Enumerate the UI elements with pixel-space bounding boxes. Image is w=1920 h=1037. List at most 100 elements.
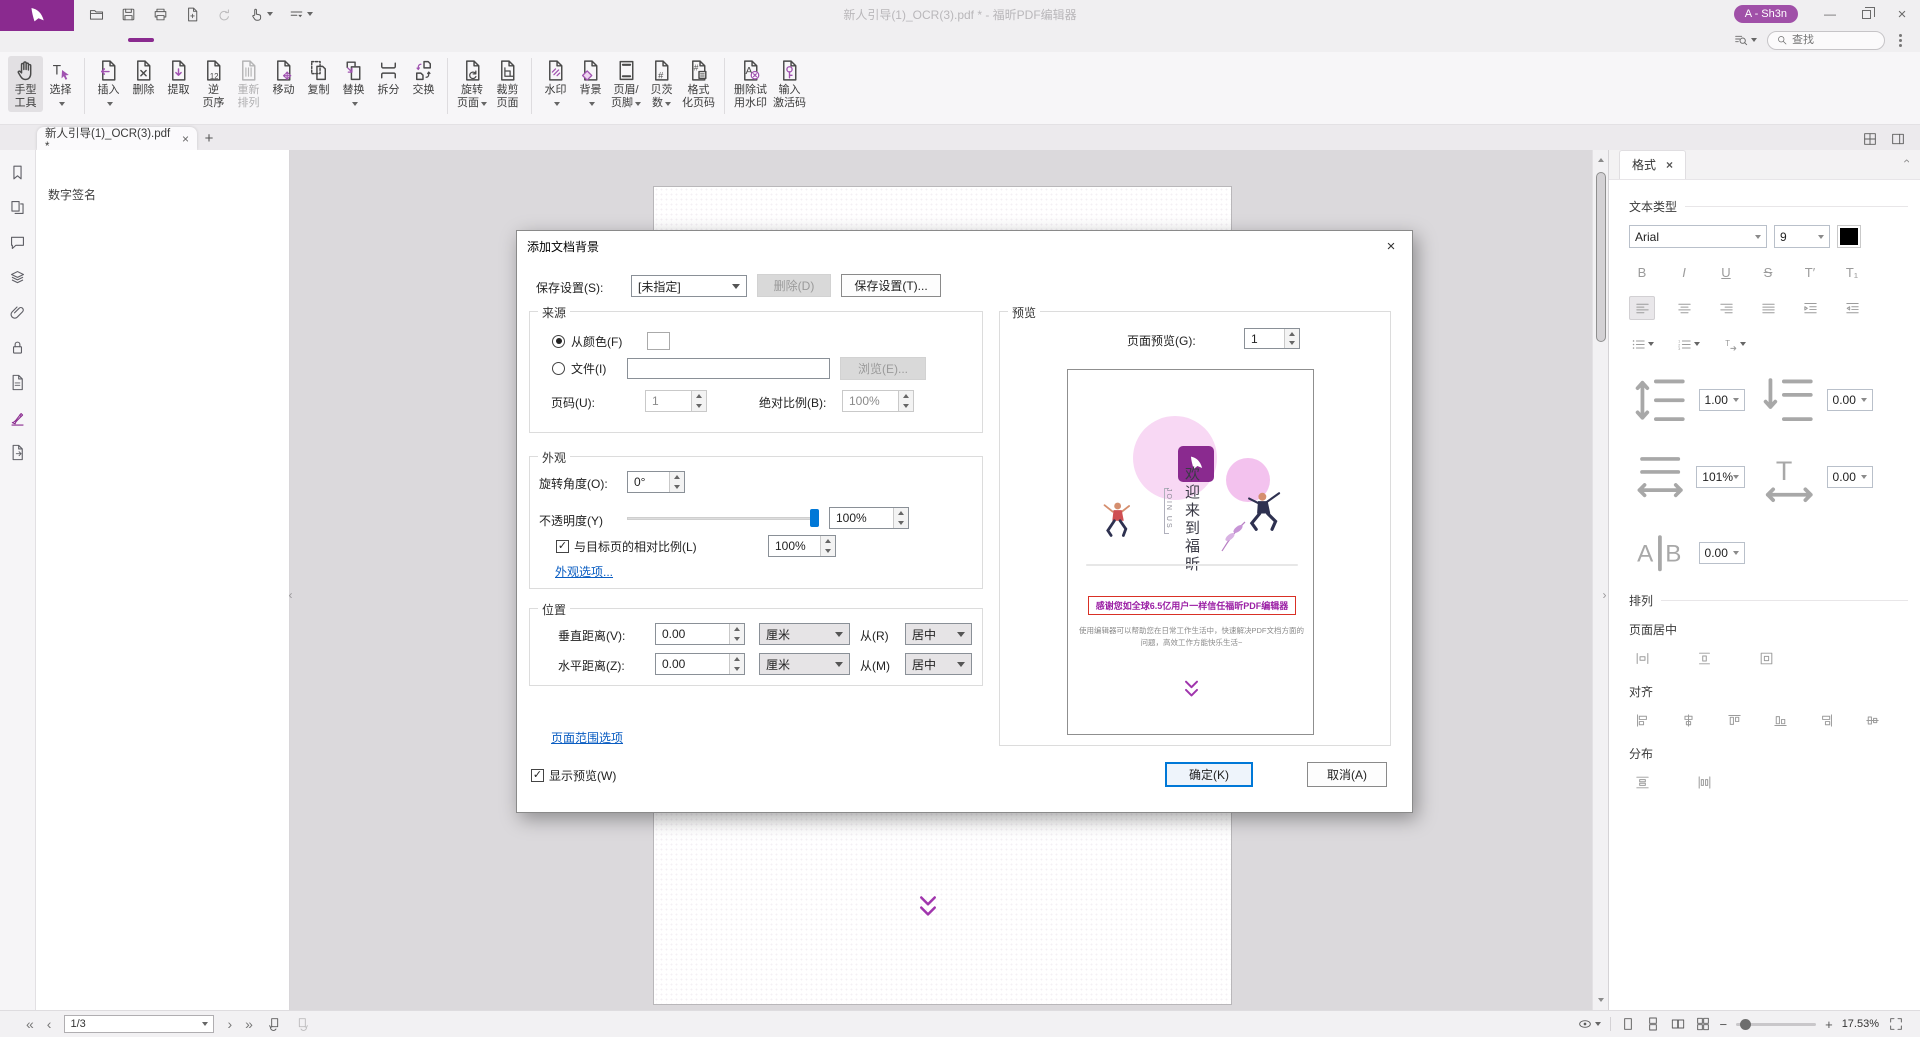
next-page-button[interactable]: › — [227, 1016, 232, 1032]
print-button[interactable] — [152, 6, 169, 23]
menu-form[interactable] — [206, 38, 232, 42]
fullscreen-button[interactable] — [1888, 1016, 1904, 1032]
swap-pages-button[interactable]: 交换 — [406, 56, 441, 112]
align-center-button[interactable] — [1671, 296, 1697, 320]
zoom-slider-handle[interactable] — [1740, 1019, 1751, 1030]
relative-scale-spinner[interactable]: 100% — [768, 535, 836, 557]
superscript-button[interactable]: T′ — [1797, 260, 1823, 284]
layers-icon[interactable] — [8, 268, 27, 287]
numbered-list-button[interactable] — [1675, 332, 1701, 356]
spin-down-icon[interactable] — [670, 482, 684, 492]
align-objects-vcenter-button[interactable] — [1859, 709, 1885, 733]
align-objects-left-button[interactable] — [1629, 709, 1655, 733]
align-justify-button[interactable] — [1755, 296, 1781, 320]
search-input[interactable] — [1792, 34, 1872, 46]
save-settings-select[interactable]: [未指定] — [631, 275, 747, 297]
format-page-numbers-button[interactable]: 格式 化页码 — [679, 56, 718, 112]
last-page-button[interactable]: » — [245, 1016, 253, 1032]
horizontal-scale-field[interactable]: 101% — [1629, 445, 1745, 510]
align-objects-top-button[interactable] — [1721, 709, 1747, 733]
vertical-anchor-select[interactable]: 居中 — [905, 623, 972, 645]
open-file-button[interactable] — [88, 6, 105, 23]
extract-pages-button[interactable]: 提取 — [161, 56, 196, 112]
insert-pages-button[interactable]: 插入 — [91, 56, 126, 112]
comments-icon[interactable] — [8, 233, 27, 252]
spin-up-icon[interactable] — [730, 624, 744, 634]
menu-convert[interactable] — [76, 38, 102, 42]
first-page-button[interactable]: « — [26, 1016, 34, 1032]
new-tab-button[interactable]: + — [197, 127, 221, 150]
menu-slideshow[interactable] — [310, 38, 336, 42]
minimize-button[interactable]: — — [1812, 0, 1848, 28]
tab-format[interactable]: 格式 × — [1619, 150, 1686, 179]
search-box[interactable] — [1767, 31, 1885, 50]
panel-close-icon[interactable]: × — [1666, 158, 1673, 172]
new-document-button[interactable] — [184, 6, 201, 23]
scroll-up-icon[interactable] — [1593, 152, 1609, 168]
from-file-radio[interactable] — [552, 362, 565, 375]
distribute-vertically-button[interactable] — [1629, 771, 1655, 795]
align-objects-right-button[interactable] — [1813, 709, 1839, 733]
ok-button[interactable]: 确定(K) — [1165, 762, 1253, 787]
page-preview-spinner[interactable]: 1 — [1244, 328, 1300, 349]
from-color-radio[interactable] — [552, 335, 565, 348]
vertical-unit-select[interactable]: 厘米 — [759, 623, 850, 645]
document-tab[interactable]: 新人引导(1)_OCR(3).pdf * × — [37, 127, 197, 150]
save-settings-button[interactable]: 保存设置(T)... — [841, 274, 941, 297]
align-objects-bottom-button[interactable] — [1767, 709, 1793, 733]
page-thumbnails-icon[interactable] — [8, 198, 27, 217]
center-both-button[interactable] — [1753, 647, 1779, 671]
rotate-view-right-button[interactable] — [295, 1016, 311, 1032]
relative-scale-checkbox[interactable]: ✓ — [556, 540, 569, 553]
more-options-icon[interactable] — [1899, 39, 1902, 42]
reverse-pages-button[interactable]: 逆 页序 — [196, 56, 231, 112]
appearance-options-link[interactable]: 外观选项... — [555, 563, 613, 580]
bates-numbering-button[interactable]: 贝茨 数 — [644, 56, 679, 112]
customize-toolbar-button[interactable] — [288, 6, 313, 23]
rotation-spinner[interactable]: 0° — [627, 471, 685, 493]
zoom-in-button[interactable]: + — [1825, 1017, 1833, 1032]
background-button[interactable]: 背景 — [573, 56, 608, 112]
expand-right-panel-handle[interactable]: › — [1598, 575, 1611, 615]
text-direction-button[interactable] — [1721, 332, 1747, 356]
align-right-button[interactable] — [1713, 296, 1739, 320]
font-color-swatch[interactable] — [1837, 225, 1861, 248]
page-grid-view-icon[interactable] — [1862, 131, 1878, 147]
rearrange-pages-button[interactable]: 重新 排列 — [231, 56, 266, 112]
bold-button[interactable]: B — [1629, 260, 1655, 284]
search-options-button[interactable] — [1733, 32, 1757, 48]
horizontal-distance-spinner[interactable]: 0.00 — [655, 653, 745, 675]
spin-down-icon[interactable] — [692, 401, 706, 411]
collapse-left-panel-handle[interactable]: ‹ — [284, 575, 297, 615]
bookmarks-icon[interactable] — [8, 163, 27, 182]
hand-mode-button[interactable] — [248, 6, 273, 23]
font-size-select[interactable]: 9 — [1774, 225, 1830, 248]
menu-edit[interactable] — [102, 38, 128, 42]
scroll-down-icon[interactable] — [1593, 992, 1609, 1008]
vertical-distance-spinner[interactable]: 0.00 — [655, 623, 745, 645]
underline-button[interactable]: U — [1713, 260, 1739, 284]
crop-pages-button[interactable]: 裁剪 页面 — [490, 56, 525, 112]
center-vertically-button[interactable] — [1691, 647, 1717, 671]
spin-up-icon[interactable] — [821, 536, 835, 546]
spin-up-icon[interactable] — [1285, 329, 1299, 339]
spin-down-icon[interactable] — [730, 634, 744, 644]
menu-cloud[interactable] — [284, 38, 310, 42]
hand-tool-button[interactable]: 手型 工具 — [8, 56, 43, 112]
spin-down-icon[interactable] — [894, 518, 908, 528]
spin-up-icon[interactable] — [899, 391, 913, 401]
menu-share[interactable] — [258, 38, 284, 42]
restore-button[interactable] — [1848, 0, 1884, 28]
absolute-scale-spinner[interactable]: 100% — [842, 390, 914, 412]
zoom-out-button[interactable]: − — [1720, 1017, 1728, 1032]
menu-special-features[interactable] — [362, 38, 388, 42]
file-path-input[interactable] — [627, 358, 830, 379]
spin-down-icon[interactable] — [899, 401, 913, 411]
subscript-button[interactable]: T₁ — [1839, 260, 1865, 284]
character-spacing-field[interactable]: 0.00 — [1629, 521, 1745, 586]
menu-home[interactable] — [50, 38, 76, 42]
redo-button[interactable] — [216, 6, 233, 23]
replace-pages-button[interactable]: 替换 — [336, 56, 371, 112]
spin-up-icon[interactable] — [730, 654, 744, 664]
panel-collapse-icon[interactable]: › — [1899, 159, 1913, 163]
